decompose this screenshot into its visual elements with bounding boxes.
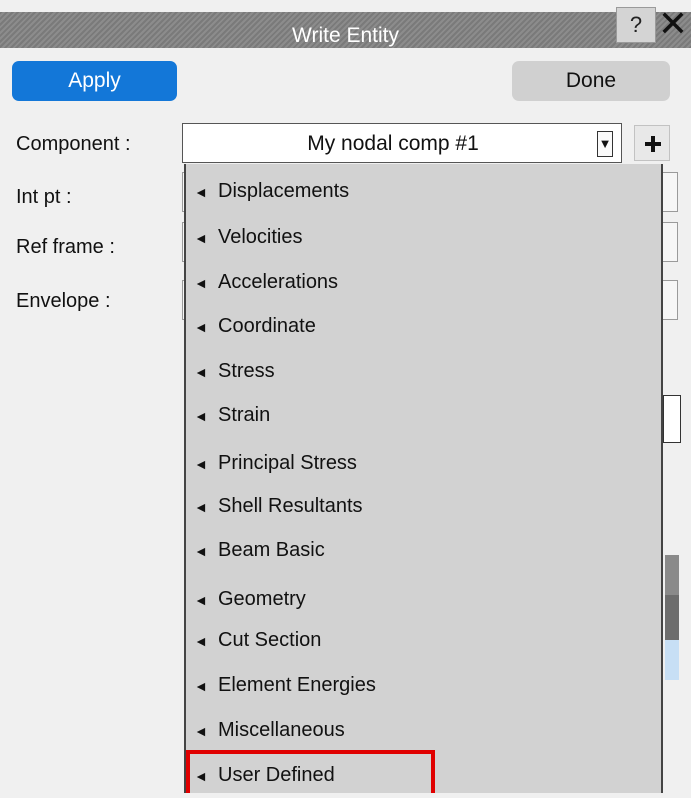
submenu-arrow-icon: ◄ [194, 275, 208, 291]
menu-item-beam-basic[interactable]: ◄ Beam Basic [194, 528, 325, 572]
help-button[interactable]: ? [616, 7, 656, 43]
menu-item-coordinate[interactable]: ◄ Coordinate [194, 304, 316, 348]
submenu-arrow-icon: ◄ [194, 678, 208, 694]
submenu-arrow-icon: ◄ [194, 499, 208, 515]
submenu-arrow-icon: ◄ [194, 364, 208, 380]
submenu-arrow-icon: ◄ [194, 230, 208, 246]
close-button[interactable]: ✕ [656, 5, 690, 43]
submenu-arrow-icon: ◄ [194, 633, 208, 649]
selected-row-edge [665, 640, 679, 680]
menu-item-strain[interactable]: ◄ Strain [194, 393, 270, 437]
menu-item-element-energies[interactable]: ◄ Element Energies [194, 663, 376, 707]
window-title: Write Entity [292, 24, 399, 47]
user-defined-highlight [186, 750, 435, 793]
side-input[interactable] [663, 395, 681, 443]
done-button[interactable]: Done [512, 61, 670, 101]
component-value: My nodal comp #1 [307, 132, 479, 155]
menu-item-geometry[interactable]: ◄ Geometry [194, 577, 306, 621]
submenu-arrow-icon: ◄ [194, 408, 208, 424]
menu-item-velocities[interactable]: ◄ Velocities [194, 215, 303, 259]
dropdown-arrow-icon[interactable]: ▼ [597, 131, 613, 157]
add-icon[interactable] [634, 125, 670, 161]
menu-item-accelerations[interactable]: ◄ Accelerations [194, 260, 338, 304]
apply-button[interactable]: Apply [12, 61, 177, 101]
menu-item-shell-resultants[interactable]: ◄ Shell Resultants [194, 484, 363, 528]
component-label: Component : [16, 133, 131, 155]
component-menu: ◄ Displacements ◄ Velocities ◄ Acceleration… [184, 164, 663, 793]
scrollbar-thumb[interactable] [665, 555, 679, 595]
scrollbar-track[interactable] [665, 595, 679, 640]
ref-frame-label: Ref frame : [16, 236, 115, 258]
menu-item-miscellaneous[interactable]: ◄ Miscellaneous [194, 708, 345, 752]
int-pt-label: Int pt : [16, 186, 72, 208]
submenu-arrow-icon: ◄ [194, 319, 208, 335]
submenu-arrow-icon: ◄ [194, 184, 208, 200]
submenu-arrow-icon: ◄ [194, 543, 208, 559]
submenu-arrow-icon: ◄ [194, 592, 208, 608]
envelope-label: Envelope : [16, 290, 111, 312]
title-bar: Write Entity [0, 12, 691, 48]
menu-item-displacements[interactable]: ◄ Displacements [194, 169, 349, 213]
submenu-arrow-icon: ◄ [194, 723, 208, 739]
menu-item-cut-section[interactable]: ◄ Cut Section [194, 618, 321, 662]
menu-item-principal-stress[interactable]: ◄ Principal Stress [194, 441, 357, 485]
submenu-arrow-icon: ◄ [194, 456, 208, 472]
component-dropdown[interactable]: My nodal comp #1 ▼ [182, 123, 622, 163]
menu-item-stress[interactable]: ◄ Stress [194, 349, 275, 393]
